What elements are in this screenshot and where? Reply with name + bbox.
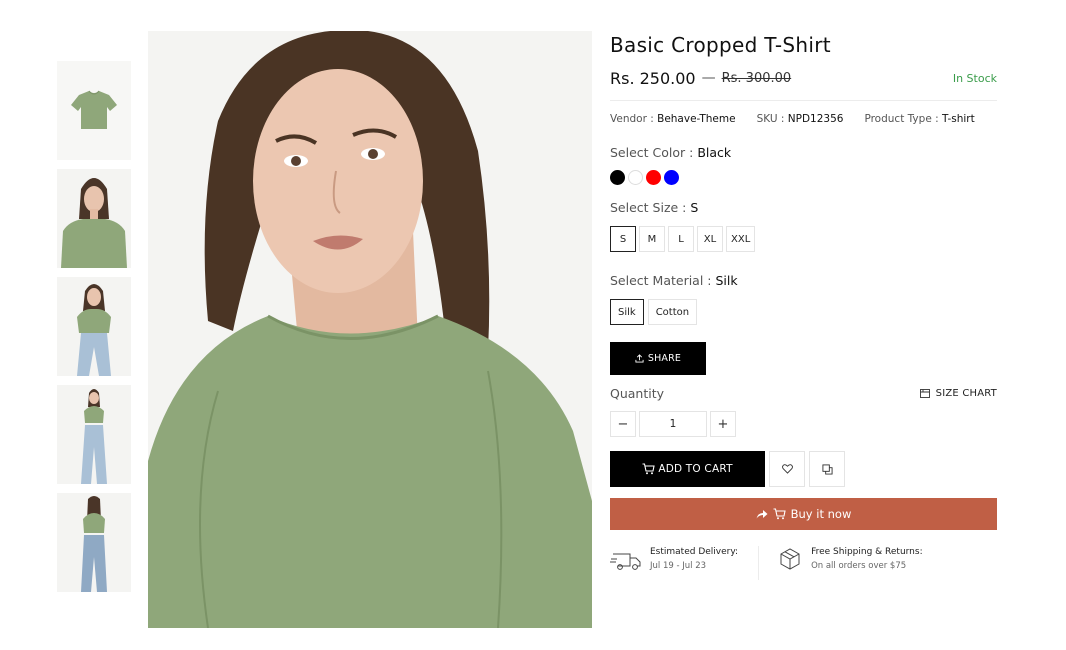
- thumbnail-model-pose[interactable]: [57, 277, 131, 376]
- product-info-panel: Basic Cropped T-Shirt Rs. 250.00 — Rs. 3…: [610, 31, 997, 580]
- vendor-label: Vendor :: [610, 113, 654, 125]
- size-xxl-button[interactable]: XXL: [726, 226, 756, 252]
- thumbnail-shirt-flat[interactable]: [57, 61, 131, 160]
- buy-now-label: Buy it now: [790, 507, 852, 521]
- selected-color: Black: [697, 145, 732, 160]
- sku-label: SKU :: [756, 113, 785, 125]
- compare-price: Rs. 300.00: [721, 70, 792, 86]
- product-type: Product Type : T-shirt: [864, 111, 974, 127]
- add-to-cart-label: ADD TO CART: [658, 463, 733, 475]
- estimated-delivery-dates: Jul 19 - Jul 23: [650, 561, 707, 571]
- compare-button[interactable]: [809, 451, 845, 487]
- size-option-label: Select Size : S: [610, 199, 997, 217]
- compare-icon: [821, 463, 833, 475]
- truck-icon: [610, 553, 641, 570]
- size-label-text: Select Size :: [610, 200, 687, 215]
- quantity-row: Quantity SIZE CHART: [610, 383, 997, 403]
- swatch-red[interactable]: [646, 170, 661, 185]
- quantity-decrease-button[interactable]: −: [610, 411, 636, 437]
- product-title: Basic Cropped T-Shirt: [610, 33, 831, 57]
- estimated-delivery-title: Estimated Delivery:: [650, 547, 739, 557]
- quantity-stepper: − 1 +: [610, 411, 997, 437]
- size-s-button[interactable]: S: [610, 226, 636, 252]
- share-button[interactable]: SHARE: [610, 342, 706, 375]
- thumbnail-gallery: [57, 61, 131, 601]
- share-upload-icon: [635, 354, 644, 363]
- main-product-image: [148, 31, 592, 628]
- quantity-input[interactable]: 1: [639, 411, 707, 437]
- material-label-text: Select Material :: [610, 273, 712, 288]
- size-m-button[interactable]: M: [639, 226, 665, 252]
- wishlist-button[interactable]: [769, 451, 805, 487]
- free-shipping-sub: On all orders over $75: [811, 561, 907, 571]
- selected-size: S: [690, 200, 699, 215]
- cart-icon: [642, 463, 655, 475]
- stock-status: In Stock: [952, 71, 997, 85]
- size-l-button[interactable]: L: [668, 226, 694, 252]
- sku-value: NPD12356: [787, 113, 844, 125]
- material-option-label: Select Material : Silk: [610, 272, 997, 290]
- vendor: Vendor : Behave-Theme: [610, 111, 736, 127]
- hanger-icon: [919, 389, 930, 398]
- vendor-value: Behave-Theme: [657, 113, 736, 125]
- buy-now-button[interactable]: Buy it now: [610, 498, 997, 530]
- quantity-increase-button[interactable]: +: [710, 411, 736, 437]
- delivery-info: Estimated Delivery: Jul 19 - Jul 23 Free…: [610, 546, 997, 580]
- size-chart-label: SIZE CHART: [935, 387, 997, 399]
- size-options: S M L XL XXL: [610, 226, 997, 252]
- product-type-label: Product Type :: [864, 113, 939, 125]
- quantity-label: Quantity: [610, 385, 665, 401]
- thumbnail-model-full-jeans[interactable]: [57, 385, 131, 484]
- sku: SKU : NPD12356: [757, 111, 844, 127]
- color-label-text: Select Color :: [610, 145, 694, 160]
- product-type-value: T-shirt: [942, 113, 975, 125]
- material-cotton-button[interactable]: Cotton: [647, 299, 698, 325]
- divider: [610, 100, 997, 101]
- heart-icon: [781, 464, 793, 474]
- cart-icon: [773, 508, 786, 520]
- price-row: Rs. 250.00 — Rs. 300.00 In Stock: [610, 61, 997, 95]
- sale-price: Rs. 250.00: [610, 68, 696, 88]
- estimated-delivery: Estimated Delivery: Jul 19 - Jul 23: [610, 546, 760, 580]
- size-chart-link[interactable]: SIZE CHART: [919, 387, 997, 399]
- material-options: Silk Cotton: [610, 299, 997, 325]
- free-shipping-title: Free Shipping & Returns:: [811, 547, 923, 557]
- package-icon: [780, 548, 800, 570]
- color-option-label: Select Color : Black: [610, 144, 997, 162]
- thumbnail-model-front[interactable]: [57, 169, 131, 268]
- thumbnail-model-back[interactable]: [57, 493, 131, 592]
- swatch-white[interactable]: [628, 170, 643, 185]
- swatch-black[interactable]: [610, 170, 625, 185]
- selected-material: Silk: [715, 273, 738, 288]
- swatch-blue[interactable]: [664, 170, 679, 185]
- cart-actions: ADD TO CART: [610, 451, 997, 487]
- share-label: SHARE: [647, 353, 682, 364]
- color-swatches: [610, 170, 997, 185]
- share-arrow-icon: [756, 510, 768, 519]
- free-shipping: Free Shipping & Returns: On all orders o…: [759, 546, 923, 580]
- price-separator: —: [701, 70, 716, 86]
- product-meta: Vendor : Behave-Theme SKU : NPD12356 Pro…: [610, 111, 997, 127]
- material-silk-button[interactable]: Silk: [610, 299, 644, 325]
- add-to-cart-button[interactable]: ADD TO CART: [610, 451, 765, 487]
- size-xl-button[interactable]: XL: [697, 226, 723, 252]
